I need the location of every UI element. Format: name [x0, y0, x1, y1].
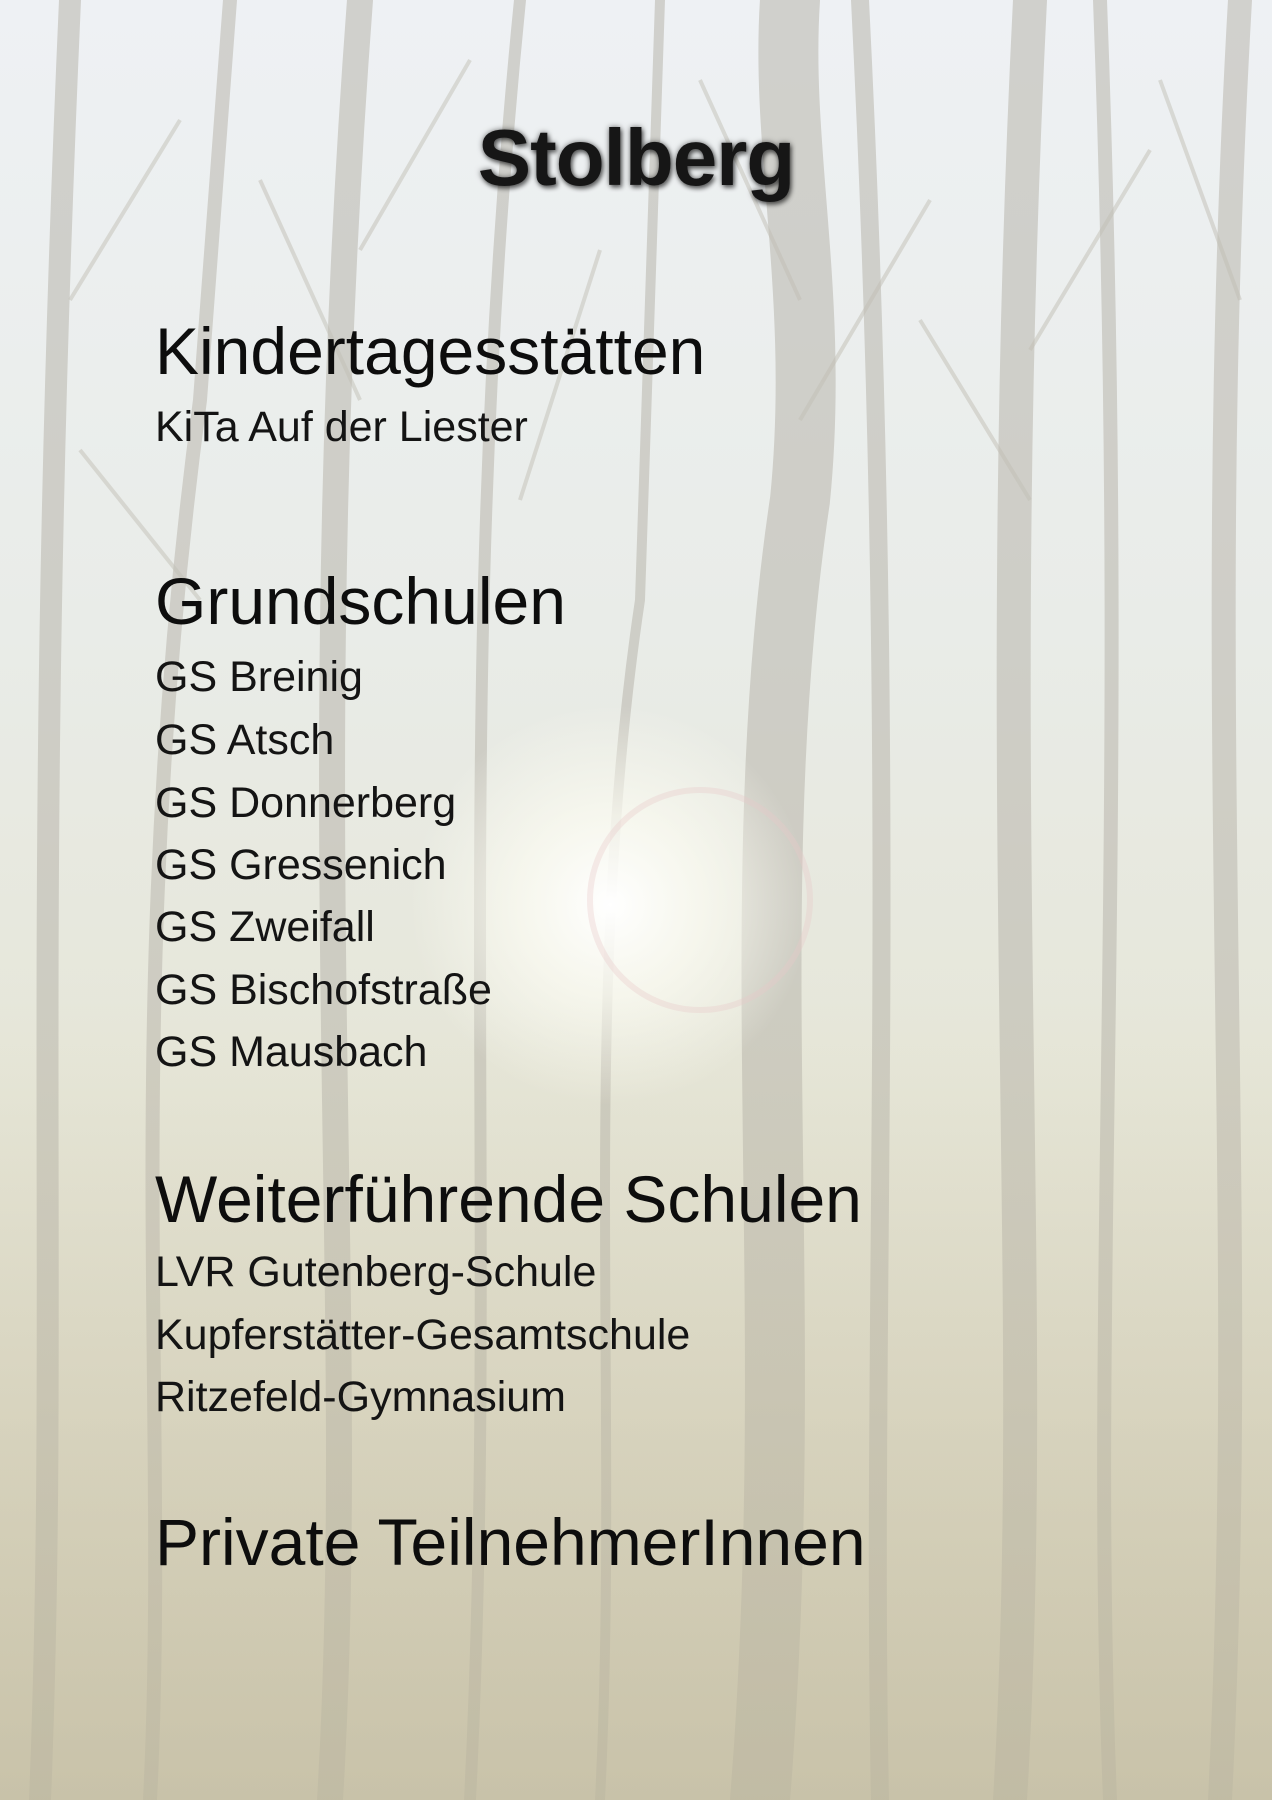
- list-item: GS Atsch: [155, 716, 335, 764]
- list-item: GS Gressenich: [155, 841, 447, 889]
- section-heading: Kindertagesstätten: [155, 314, 706, 388]
- list-item: GS Mausbach: [155, 1028, 428, 1076]
- list-item: LVR Gutenberg-Schule: [155, 1248, 597, 1296]
- page-title: Stolberg: [477, 113, 795, 202]
- section-heading: Grundschulen: [155, 564, 566, 638]
- section-heading: Private TeilnehmerInnen: [155, 1505, 866, 1579]
- list-item: Ritzefeld-Gymnasium: [155, 1373, 566, 1421]
- list-item: GS Bischofstraße: [155, 966, 492, 1014]
- list-item: Kupferstätter-Gesamtschule: [155, 1311, 691, 1359]
- list-item: KiTa Auf der Liester: [155, 403, 528, 451]
- list-item: GS Zweifall: [155, 903, 375, 951]
- section-heading: Weiterführende Schulen: [155, 1162, 862, 1236]
- list-item: GS Breinig: [155, 653, 363, 701]
- list-item: GS Donnerberg: [155, 779, 457, 827]
- document-page: Stolberg Kindertagesstätten KiTa Auf der…: [0, 0, 1272, 1800]
